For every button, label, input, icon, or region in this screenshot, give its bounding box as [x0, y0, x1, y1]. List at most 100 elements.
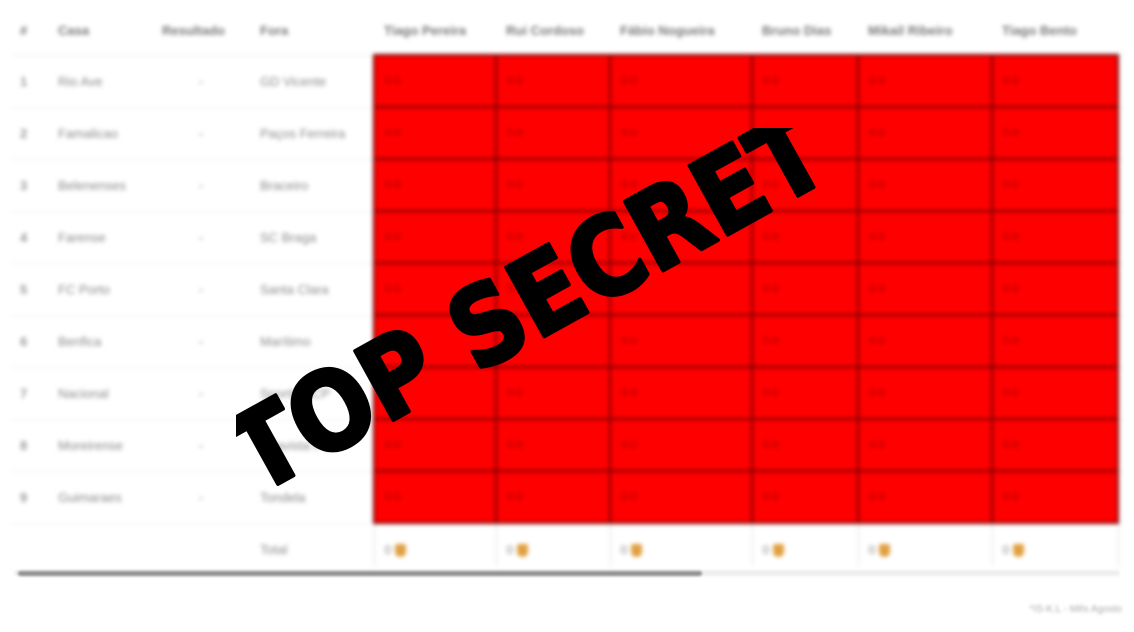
player-prediction-cell[interactable]: 0-0: [857, 54, 993, 108]
match-number: 4: [10, 211, 48, 264]
player-prediction-cell[interactable]: 0-0: [991, 366, 1119, 420]
away-team: Santa Clara: [250, 263, 374, 316]
player-prediction-cell[interactable]: 0-0: [495, 470, 611, 524]
player-prediction-cell[interactable]: 0-0: [495, 210, 611, 264]
player-prediction-cell[interactable]: [1118, 263, 1124, 316]
player-prediction-cell[interactable]: 0-0: [857, 314, 993, 368]
column-header-player[interactable]: Tiago Bento: [992, 6, 1118, 56]
player-prediction-cell[interactable]: 0-0: [609, 106, 753, 160]
column-header-player[interactable]: Fábio Nogueira: [610, 6, 752, 56]
column-header-player[interactable]: Rui Cordoso: [496, 6, 610, 56]
column-header[interactable]: Fora: [250, 6, 374, 56]
player-prediction-cell[interactable]: 0-0: [991, 470, 1119, 524]
player-prediction-cell[interactable]: [1118, 55, 1124, 108]
player-prediction-cell[interactable]: 0-0: [609, 314, 753, 368]
player-prediction-cell[interactable]: 0-0: [495, 106, 611, 160]
player-prediction-cell[interactable]: 0-0: [495, 366, 611, 420]
player-prediction-cell[interactable]: 0-0: [857, 418, 993, 472]
player-prediction-cell[interactable]: 0-0: [609, 366, 753, 420]
player-prediction-cell[interactable]: 0-0: [751, 314, 859, 368]
player-total-cell: 0: [373, 522, 497, 566]
player-prediction-cell[interactable]: 0-0: [991, 106, 1119, 160]
player-prediction-cell[interactable]: 0-0: [373, 158, 497, 212]
player-prediction-cell[interactable]: 0-0: [373, 314, 497, 368]
player-prediction-cell[interactable]: [1118, 211, 1124, 264]
trophy-icon: [517, 544, 529, 558]
player-total-cell: 0: [857, 522, 993, 566]
column-header-player[interactable]: Mikail Ribeiro: [858, 6, 992, 56]
player-prediction-cell[interactable]: 0-0: [751, 262, 859, 316]
player-prediction-cell[interactable]: 0-0: [609, 418, 753, 472]
player-prediction-cell[interactable]: 0-0: [609, 54, 753, 108]
column-header[interactable]: #: [10, 6, 48, 56]
column-header[interactable]: Resultado: [152, 6, 250, 56]
player-prediction-cell[interactable]: 0-0: [751, 418, 859, 472]
player-prediction-cell[interactable]: 0-0: [991, 54, 1119, 108]
player-prediction-cell[interactable]: 0-0: [857, 470, 993, 524]
trophy-icon: [773, 544, 785, 558]
player-prediction-cell[interactable]: 0-0: [373, 210, 497, 264]
player-prediction-cell[interactable]: 0-0: [991, 158, 1119, 212]
away-team: Braceiro: [250, 159, 374, 212]
trophy-icon: [1013, 544, 1025, 558]
player-prediction-cell[interactable]: 0-0: [495, 314, 611, 368]
match-result: -: [152, 211, 250, 264]
match-result: -: [152, 107, 250, 160]
player-prediction-cell[interactable]: 0-0: [373, 418, 497, 472]
player-total-cell: 0: [495, 522, 611, 566]
player-prediction-cell[interactable]: 0-0: [373, 54, 497, 108]
player-prediction-cell[interactable]: 0-0: [373, 106, 497, 160]
player-prediction-cell[interactable]: 0-0: [751, 366, 859, 420]
player-prediction-cell[interactable]: 0-0: [991, 418, 1119, 472]
player-prediction-cell[interactable]: [1118, 367, 1124, 420]
player-prediction-cell[interactable]: 0-0: [751, 470, 859, 524]
player-prediction-cell[interactable]: 0-0: [609, 210, 753, 264]
player-total-cell: 0: [609, 522, 753, 566]
player-prediction-cell[interactable]: 0-0: [857, 262, 993, 316]
away-team: Boavista FC: [250, 419, 374, 472]
player-prediction-cell[interactable]: [1118, 315, 1124, 368]
column-header[interactable]: Casa: [48, 6, 152, 56]
player-prediction-cell[interactable]: 0-0: [751, 210, 859, 264]
footer-note: *IS-K.L - Mês Agosto: [1029, 604, 1122, 615]
player-total-value: 0: [762, 542, 770, 557]
player-prediction-cell[interactable]: [1118, 471, 1124, 524]
player-prediction-cell[interactable]: 0-0: [495, 262, 611, 316]
player-prediction-cell[interactable]: 0-0: [857, 366, 993, 420]
match-result: -: [152, 419, 250, 472]
away-team: Tondela: [250, 471, 374, 524]
player-prediction-cell[interactable]: 0-0: [609, 262, 753, 316]
player-prediction-cell[interactable]: 0-0: [991, 262, 1119, 316]
table-row: 9 Guimaraes - Tondela 0-0 0-0 0-0 0-0 0-0 0-0: [10, 470, 1124, 524]
horizontal-scrollbar-thumb[interactable]: [18, 571, 702, 576]
column-header-player[interactable]: Bruno Dias: [752, 6, 858, 56]
table-row: 7 Nacional - Sporting CP 0-0 0-0 0-0 0-0 0-0 0-0: [10, 366, 1124, 420]
player-prediction-cell[interactable]: 0-0: [857, 106, 993, 160]
player-prediction-cell[interactable]: 0-0: [609, 470, 753, 524]
player-prediction-cell[interactable]: [1118, 159, 1124, 212]
player-prediction-cell[interactable]: 0-0: [751, 106, 859, 160]
player-prediction-cell[interactable]: [1118, 107, 1124, 160]
player-prediction-cell[interactable]: 0-0: [991, 314, 1119, 368]
player-prediction-cell[interactable]: 0-0: [495, 418, 611, 472]
player-prediction-cell[interactable]: 0-0: [991, 210, 1119, 264]
player-total-value: 0: [506, 542, 514, 557]
match-number: 2: [10, 107, 48, 160]
column-header-player[interactable]: Tiago Pereira: [374, 6, 496, 56]
player-prediction-cell[interactable]: 0-0: [751, 158, 859, 212]
player-total-cell: 0: [751, 522, 859, 566]
player-prediction-cell[interactable]: 0-0: [373, 262, 497, 316]
empty-cell: [10, 523, 48, 566]
player-prediction-cell[interactable]: 0-0: [373, 470, 497, 524]
player-prediction-cell[interactable]: 0-0: [609, 158, 753, 212]
player-prediction-cell[interactable]: 0-0: [495, 54, 611, 108]
match-result: -: [152, 315, 250, 368]
player-prediction-cell[interactable]: 0-0: [857, 210, 993, 264]
away-team: Sporting CP: [250, 367, 374, 420]
player-prediction-cell[interactable]: 0-0: [857, 158, 993, 212]
column-header-player[interactable]: A: [1118, 6, 1124, 56]
player-prediction-cell[interactable]: 0-0: [751, 54, 859, 108]
player-prediction-cell[interactable]: 0-0: [373, 366, 497, 420]
player-prediction-cell[interactable]: [1118, 419, 1124, 472]
player-prediction-cell[interactable]: 0-0: [495, 158, 611, 212]
